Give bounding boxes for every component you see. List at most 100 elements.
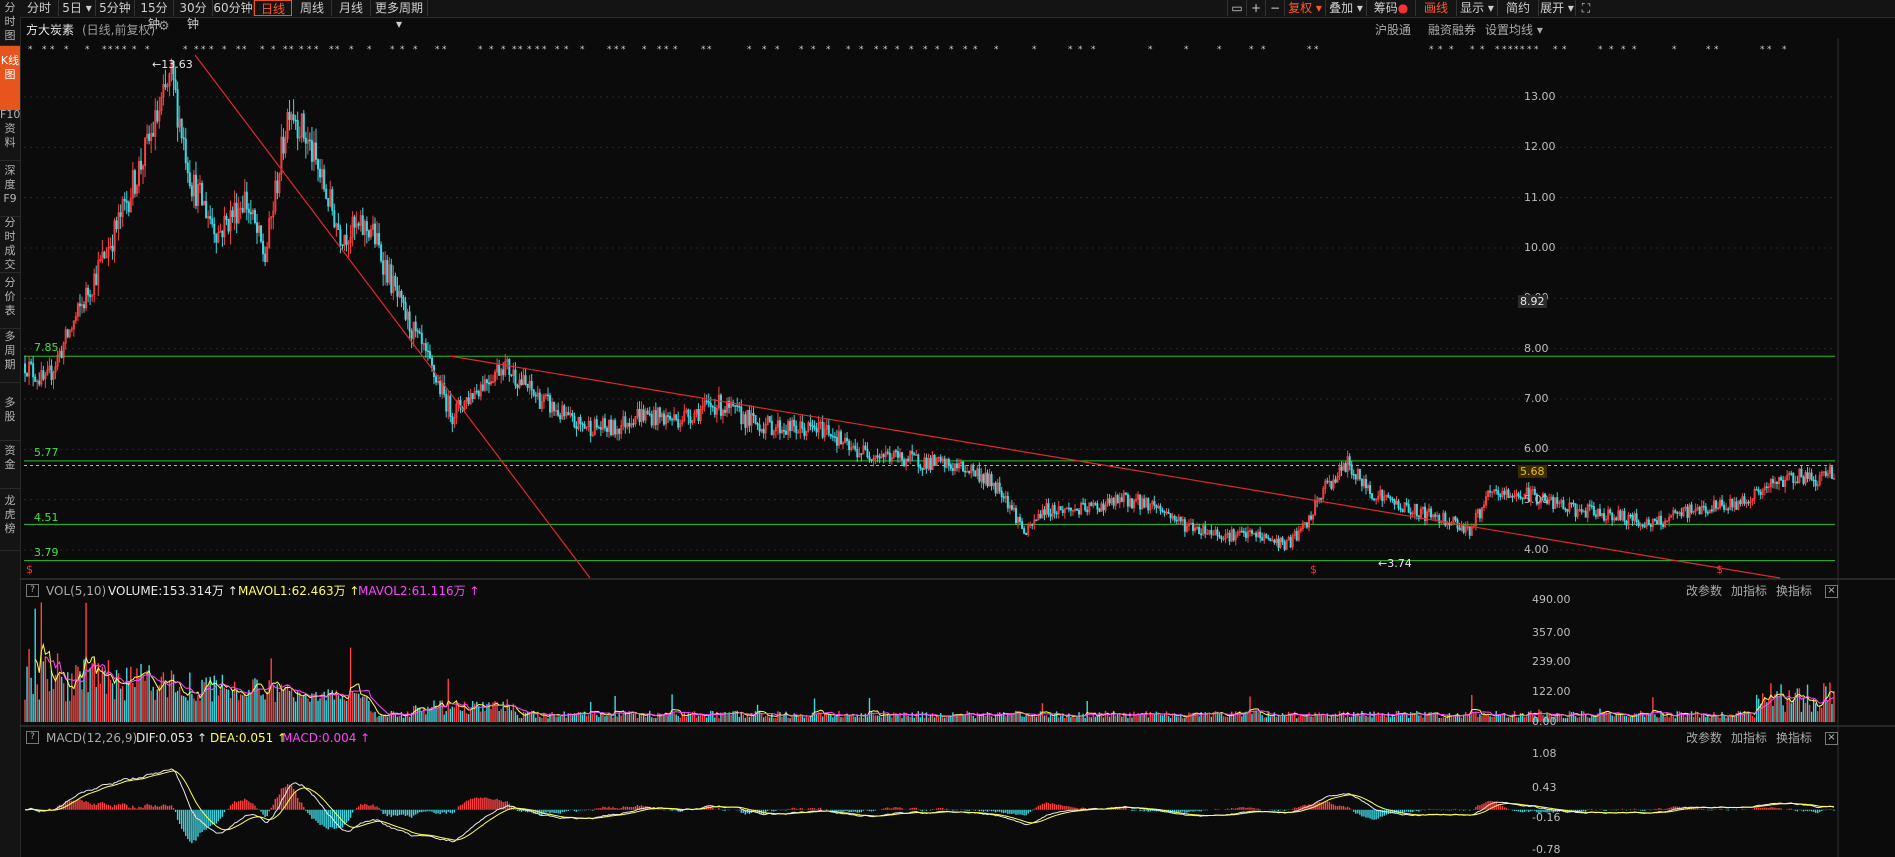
signal-marker: * (349, 45, 354, 55)
candle-body (508, 359, 511, 375)
candle-body (1344, 463, 1347, 472)
signal-marker: * (621, 45, 626, 55)
candle-body (188, 172, 191, 187)
candle-body (833, 436, 836, 438)
close-icon[interactable]: × (1825, 585, 1838, 598)
candle-body (571, 413, 574, 417)
candle-body (262, 240, 265, 255)
candle-body (1824, 471, 1827, 477)
vol-add-indicator-link[interactable]: 加指标 (1731, 583, 1767, 599)
signal-marker: * (799, 45, 804, 55)
candle-body (848, 440, 851, 451)
macd-add-indicator-link[interactable]: 加指标 (1731, 730, 1767, 746)
candle-body (793, 419, 796, 427)
candle-body (1084, 503, 1087, 511)
macd-switch-indicator-link[interactable]: 换指标 (1776, 730, 1812, 746)
candle-body (734, 405, 737, 407)
candle-body (1674, 510, 1677, 513)
candle-body (951, 468, 954, 471)
vol-tick-label: 122.00 (1532, 684, 1571, 698)
macd-change-params-link[interactable]: 改参数 (1686, 730, 1722, 746)
vol-volume: VOLUME:153.314万 ↑ (108, 584, 238, 598)
candle-body (1623, 510, 1626, 522)
candle-body (1391, 498, 1394, 501)
candle-body (978, 468, 981, 482)
candle-body (1735, 501, 1738, 510)
signal-marker: * (895, 45, 900, 55)
candle-body (345, 234, 348, 245)
candle-body (575, 426, 578, 429)
candle-body (50, 365, 53, 380)
candle-body (1415, 503, 1418, 517)
high-annotation: ←13.63 (152, 58, 193, 71)
candle-body (719, 394, 722, 416)
candle-body (1680, 512, 1683, 517)
candle-body (1609, 509, 1612, 514)
vol-switch-indicator-link[interactable]: 换指标 (1776, 583, 1812, 599)
candle-body (614, 420, 617, 435)
candle-body (1686, 506, 1689, 518)
close-icon[interactable]: × (1825, 732, 1838, 745)
candle-body (481, 384, 484, 391)
candle-body (1590, 505, 1593, 508)
candle-body (1021, 521, 1024, 529)
candle-body (1326, 480, 1329, 483)
candle-body (697, 409, 700, 422)
candle-body (341, 244, 344, 247)
candle-body (740, 406, 743, 425)
candle-body (1228, 532, 1231, 542)
kline-chart[interactable]: * * * * * * * * * * * * * * * * * * * * * * * * * * * * * * * * * * * * * * * *… (0, 0, 1895, 857)
candle-body (394, 275, 397, 287)
candle-body (400, 291, 403, 298)
candle-body (579, 416, 582, 424)
macd-value: MACD:0.004 ↑ (282, 731, 371, 745)
candle-body (186, 162, 189, 174)
candle-body (386, 260, 389, 283)
candle-body (1611, 512, 1614, 521)
signal-marker: * (775, 45, 780, 55)
candle-body (744, 414, 747, 428)
marker-icon-left: $ (26, 563, 33, 576)
candle-body (418, 331, 421, 334)
candle-body (1641, 524, 1644, 527)
candle-body (1802, 476, 1805, 484)
signal-marker: * (1514, 45, 1519, 55)
candle-body (1183, 519, 1186, 532)
candle-body (1792, 473, 1795, 483)
candle-body (603, 418, 606, 429)
candle-body (907, 458, 910, 461)
candle-body (705, 400, 708, 403)
candle-body (526, 383, 529, 388)
candle-body (1765, 486, 1768, 489)
candle-body (367, 230, 370, 238)
vol-change-params-link[interactable]: 改参数 (1686, 583, 1722, 599)
signal-marker: * (512, 45, 517, 55)
candle-body (860, 453, 863, 455)
candle-body (34, 376, 37, 382)
candle-body (553, 401, 556, 412)
candle-body (139, 160, 143, 170)
high-value: 13.63 (161, 58, 193, 71)
signal-marker: * (707, 45, 712, 55)
candle-body (1147, 498, 1150, 511)
candle-body (803, 427, 806, 437)
price-tick-label: 7.00 (1524, 392, 1549, 405)
signal-marker: * (1068, 45, 1073, 55)
macd-tick-label: -0.78 (1532, 843, 1561, 856)
candle-body (1629, 514, 1632, 517)
candle-body (1771, 479, 1774, 484)
candle-body (1552, 496, 1555, 509)
candle-body (1277, 538, 1280, 548)
candle-body (308, 139, 311, 142)
help-icon[interactable]: ? (26, 584, 39, 597)
candle-body (1757, 489, 1760, 493)
candle-body (510, 374, 513, 376)
candle-body (821, 421, 824, 438)
candle-body (994, 482, 997, 494)
help-icon[interactable]: ? (26, 731, 39, 744)
candle-body (502, 369, 505, 376)
candle-body (1220, 536, 1223, 540)
price-tick-label: 10.00 (1524, 241, 1556, 254)
candle-body (968, 471, 971, 474)
signal-marker: * (1217, 45, 1222, 55)
